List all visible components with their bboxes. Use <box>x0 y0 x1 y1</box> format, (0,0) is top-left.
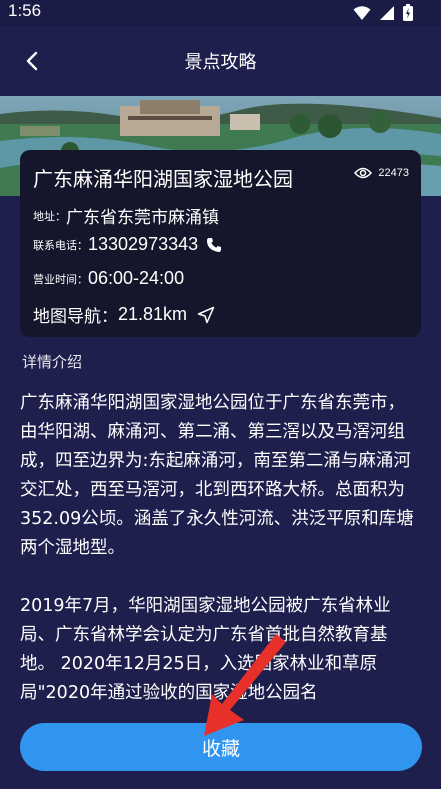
view-count: 22473 <box>354 167 409 179</box>
phone-value[interactable]: 13302973343 <box>88 234 198 255</box>
park-name: 广东麻涌华阳湖国家湿地公园 <box>33 167 293 191</box>
address-row: 地址： 广东省东莞市麻涌镇 <box>33 203 219 228</box>
address-label: 地址： <box>33 209 66 223</box>
battery-icon <box>403 4 413 21</box>
detail-paragraph: 2019年7月，华阳湖国家湿地公园被广东省林业局、广东省林学会认定为广东省首批自… <box>20 596 391 703</box>
cell-signal-icon <box>380 5 394 20</box>
phone-icon[interactable] <box>206 237 222 253</box>
status-bar: 1:56 <box>0 0 441 26</box>
view-count-value: 22473 <box>378 167 409 179</box>
hours-value: 06:00-24:00 <box>88 268 185 288</box>
detail-section-title: 详情介绍 <box>22 353 83 371</box>
map-navigation-row[interactable]: 地图导航： 21.81km <box>33 302 215 327</box>
navigation-arrow-icon[interactable] <box>197 306 215 324</box>
phone-label: 联系电话： <box>33 238 88 252</box>
hours-label: 营业时间： <box>33 272 88 286</box>
distance-value: 21.81km <box>118 304 188 324</box>
page-title: 景点攻略 <box>184 52 257 73</box>
favorite-button[interactable]: 收藏 <box>20 723 422 771</box>
hours-row: 营业时间： 06:00-24:00 <box>33 268 184 289</box>
map-label: 地图导航： <box>33 307 118 327</box>
status-icons <box>353 4 413 21</box>
detail-paragraph: 广东麻涌华阳湖国家湿地公园位于广东省东莞市，由华阳湖、麻涌河、第二涌、第三滘以及… <box>20 393 414 558</box>
wifi-icon <box>353 5 371 20</box>
phone-row[interactable]: 联系电话： 13302973343 <box>33 234 222 255</box>
detail-text: 广东麻涌华阳湖国家湿地公园位于广东省东莞市，由华阳湖、麻涌河、第二涌、第三滘以及… <box>20 389 422 707</box>
park-info-card: 广东麻涌华阳湖国家湿地公园 22473 地址： 广东省东莞市麻涌镇 联系电话： … <box>20 150 421 337</box>
status-time: 1:56 <box>8 1 42 20</box>
favorite-button-label: 收藏 <box>201 737 240 760</box>
address-value: 广东省东莞市麻涌镇 <box>66 208 219 228</box>
header-bar: 景点攻略 <box>0 26 441 96</box>
eye-icon <box>354 167 373 179</box>
